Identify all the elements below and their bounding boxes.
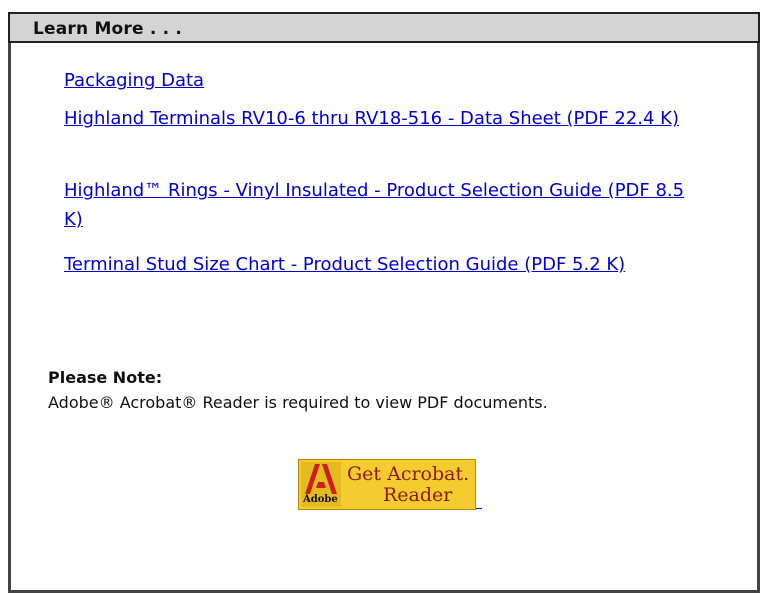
rings-selection-guide-link[interactable]: Highland™ Rings - Vinyl Insulated - Prod… [64, 176, 704, 234]
adobe-a-icon [305, 464, 337, 494]
learn-more-title: Learn More . . . [33, 19, 183, 39]
note-text: Adobe® Acrobat® Reader is required to vi… [48, 393, 548, 412]
data-sheet-link[interactable]: Highland Terminals RV10-6 thru RV18-516 … [64, 104, 724, 133]
note-title: Please Note: [48, 368, 163, 387]
stud-size-chart-link[interactable]: Terminal Stud Size Chart - Product Selec… [64, 250, 724, 279]
adobe-logo-icon: Adobe [301, 462, 341, 507]
packaging-data-link[interactable]: Packaging Data [64, 66, 204, 95]
learn-more-header: Learn More . . . [8, 12, 760, 43]
learn-more-panel: Learn More . . . Packaging Data Highland… [0, 0, 773, 593]
badge-get-acrobat-text: Get Acrobat. [347, 463, 470, 485]
get-acrobat-reader-button[interactable]: Adobe Get Acrobat. Reader [298, 459, 476, 510]
adobe-wordmark: Adobe [303, 494, 338, 505]
badge-reader-text: Reader [383, 484, 453, 506]
badge-link-underline [476, 508, 482, 509]
